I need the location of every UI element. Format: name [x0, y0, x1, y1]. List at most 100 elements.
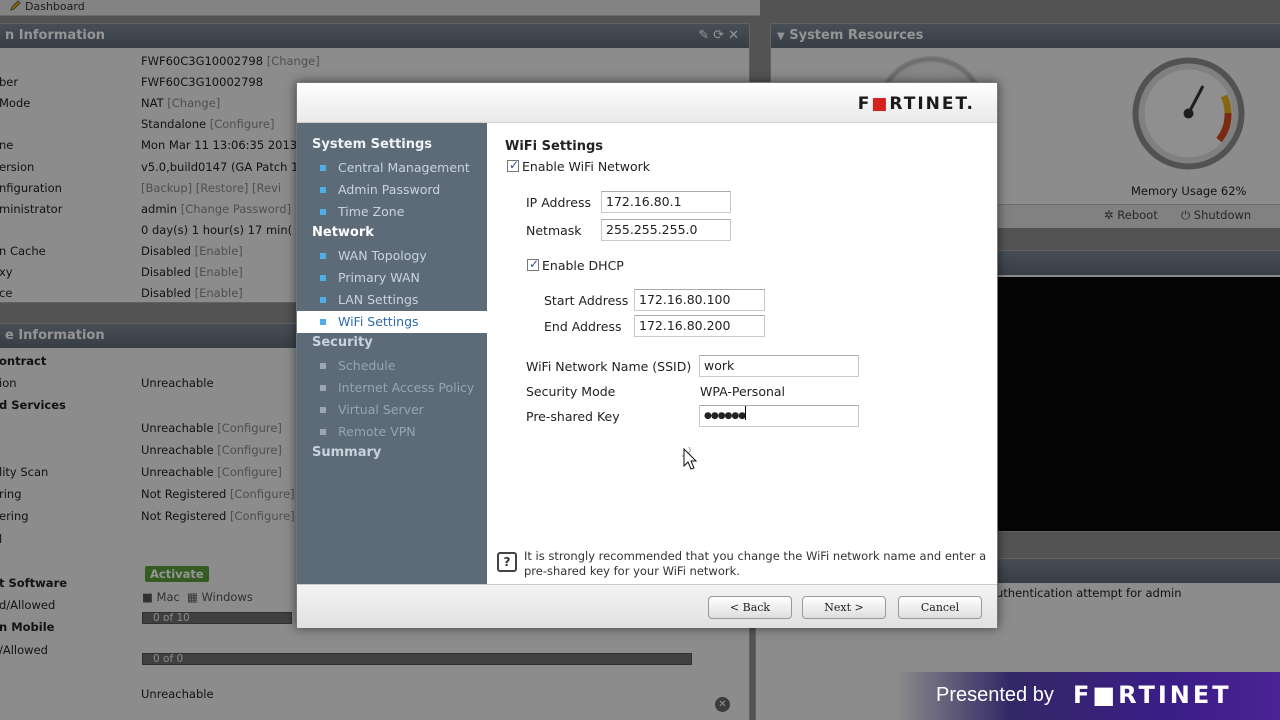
panel-title: System Resources	[789, 28, 924, 43]
row-label: Mode	[0, 96, 31, 111]
nav-section-summary[interactable]: Summary	[312, 445, 381, 460]
nav-item-admin-password[interactable]: Admin Password	[297, 179, 487, 201]
security-mode-value[interactable]: WPA-Personal	[700, 384, 785, 399]
nav-item-remote-vpn[interactable]: Remote VPN	[297, 421, 487, 443]
row-value: Not Registered [Configure]	[141, 509, 295, 524]
nav-item-internet-access-policy[interactable]: Internet Access Policy	[297, 377, 487, 399]
row-action-link[interactable]: [Configure]	[230, 509, 295, 523]
ip-address-label: IP Address	[526, 195, 591, 210]
panel-header: n Information ✎⟳✕	[0, 24, 749, 48]
row-action-link[interactable]: [Change Password]	[181, 202, 291, 216]
row-action-link[interactable]: [Configure]	[217, 421, 282, 435]
nav-section-system-settings[interactable]: System Settings	[312, 137, 432, 152]
bullet-icon	[320, 275, 326, 281]
row-label: ne	[0, 138, 14, 153]
mac-label: ■ Mac	[142, 590, 180, 604]
row-label: t Software	[0, 576, 68, 590]
ip-address-field[interactable]: 172.16.80.1	[601, 191, 731, 213]
cancel-button[interactable]: Cancel	[898, 596, 982, 619]
netmask-label: Netmask	[526, 223, 582, 238]
start-address-label: Start Address	[544, 293, 629, 308]
bullet-icon	[320, 253, 326, 259]
forticlient-mobile-usage-bar: 0 of 0	[142, 653, 692, 665]
nav-item-schedule[interactable]: Schedule	[297, 355, 487, 377]
refresh-icon[interactable]: ⟳	[713, 28, 728, 43]
row-label: ring	[0, 487, 22, 502]
row-value: v5.0,build0147 (GA Patch 1	[141, 159, 299, 174]
next-button[interactable]: Next >	[802, 596, 886, 619]
row-label: xy	[0, 265, 13, 279]
row-value: Unreachable [Configure]	[141, 420, 282, 435]
row-label: ersion	[0, 159, 35, 174]
start-address-field[interactable]: 172.16.80.100	[634, 289, 765, 311]
bullet-icon	[320, 363, 326, 369]
bullet-icon	[320, 407, 326, 413]
row-action-link[interactable]: [Enable]	[195, 244, 243, 258]
collapse-icon[interactable]: ▼	[777, 31, 785, 42]
row-value: Unreachable [Configure]	[141, 442, 282, 457]
end-address-label: End Address	[544, 319, 622, 334]
nav-item-lan-settings[interactable]: LAN Settings	[297, 289, 487, 311]
reboot-button[interactable]: ✲ Reboot	[1104, 208, 1158, 222]
shutdown-button[interactable]: ⏻ Shutdown	[1181, 208, 1251, 223]
row-label: d Services	[0, 398, 66, 413]
row-value: Standalone [Configure]	[141, 117, 275, 132]
enable-dhcp-checkbox[interactable]	[527, 257, 539, 271]
bullet-icon	[320, 429, 326, 435]
row-action-link[interactable]: [Configure]	[217, 443, 282, 457]
row-action-link[interactable]: [Backup] [Restore] [Revi	[141, 181, 281, 195]
windows-label: ▦ Windows	[187, 590, 253, 604]
row-action-link[interactable]: [Enable]	[195, 265, 243, 279]
help-icon: ?	[497, 552, 517, 572]
back-button[interactable]: < Back	[708, 596, 792, 619]
row-label: ce	[0, 286, 13, 301]
row-action-link[interactable]: [Configure]	[217, 465, 282, 479]
row-label: n Cache	[0, 243, 46, 258]
row-value: Disabled [Enable]	[141, 243, 243, 258]
netmask-field[interactable]: 255.255.255.0	[601, 219, 731, 241]
panel-title: e Information	[5, 328, 105, 343]
pencil-icon	[10, 0, 21, 11]
row-action-link[interactable]: [Change]	[267, 54, 320, 68]
bullet-icon	[320, 187, 326, 193]
row-label: ministrator	[0, 201, 63, 216]
edit-icon[interactable]: ✎	[698, 28, 713, 43]
nav-section-network[interactable]: Network	[312, 225, 374, 240]
enable-wifi-label: Enable WiFi Network	[522, 159, 651, 174]
row-action-link[interactable]: [Change]	[167, 96, 220, 110]
row-action-link[interactable]: [Configure]	[230, 487, 295, 501]
end-address-field[interactable]: 172.16.80.200	[634, 315, 765, 337]
row-label: /Allowed	[0, 642, 48, 657]
info-row: Unreachable	[0, 684, 749, 705]
row-value: FWF60C3G10002798 [Change]	[141, 54, 320, 68]
row-action-link[interactable]: [Enable]	[195, 286, 243, 300]
row-label: ering	[0, 509, 29, 524]
row-value: FWF60C3G10002798	[141, 75, 264, 90]
bullet-icon	[320, 165, 326, 171]
nav-item-virtual-server[interactable]: Virtual Server	[297, 399, 487, 421]
nav-item-time-zone[interactable]: Time Zone	[297, 201, 487, 223]
close-icon[interactable]: ✕	[728, 28, 743, 43]
bullet-icon	[320, 209, 326, 215]
memory-usage-label: Memory Usage 62%	[1131, 184, 1247, 198]
pre-shared-key-field[interactable]: ●●●●●●	[699, 405, 859, 427]
nav-item-central-management[interactable]: Central Management	[297, 157, 487, 179]
row-action-link[interactable]: [Configure]	[210, 117, 275, 131]
dashboard-breadcrumb[interactable]: Dashboard	[0, 0, 760, 16]
info-row: FWF60C3G10002798 [Change]	[0, 51, 749, 72]
row-label: ion	[0, 376, 17, 391]
nav-item-wifi-settings[interactable]: WiFi Settings	[297, 311, 487, 333]
enable-wifi-checkbox[interactable]	[507, 158, 519, 172]
ssid-field[interactable]: work	[699, 355, 859, 377]
dashboard-link[interactable]: Dashboard	[25, 0, 85, 13]
close-circle-icon[interactable]: ✕	[715, 697, 730, 712]
nav-section-security[interactable]: Security	[312, 335, 373, 350]
nav-item-wan-topology[interactable]: WAN Topology	[297, 245, 487, 267]
row-value: 0 day(s) 1 hour(s) 17 min(	[141, 222, 293, 237]
note-text: It is strongly recommended that you chan…	[524, 549, 987, 578]
row-value: NAT [Change]	[141, 96, 221, 111]
activate-button[interactable]: Activate	[145, 566, 209, 582]
row-value: Unreachable	[141, 687, 214, 701]
dialog-footer: < Back Next > Cancel	[297, 584, 997, 628]
nav-item-primary-wan[interactable]: Primary WAN	[297, 267, 487, 289]
